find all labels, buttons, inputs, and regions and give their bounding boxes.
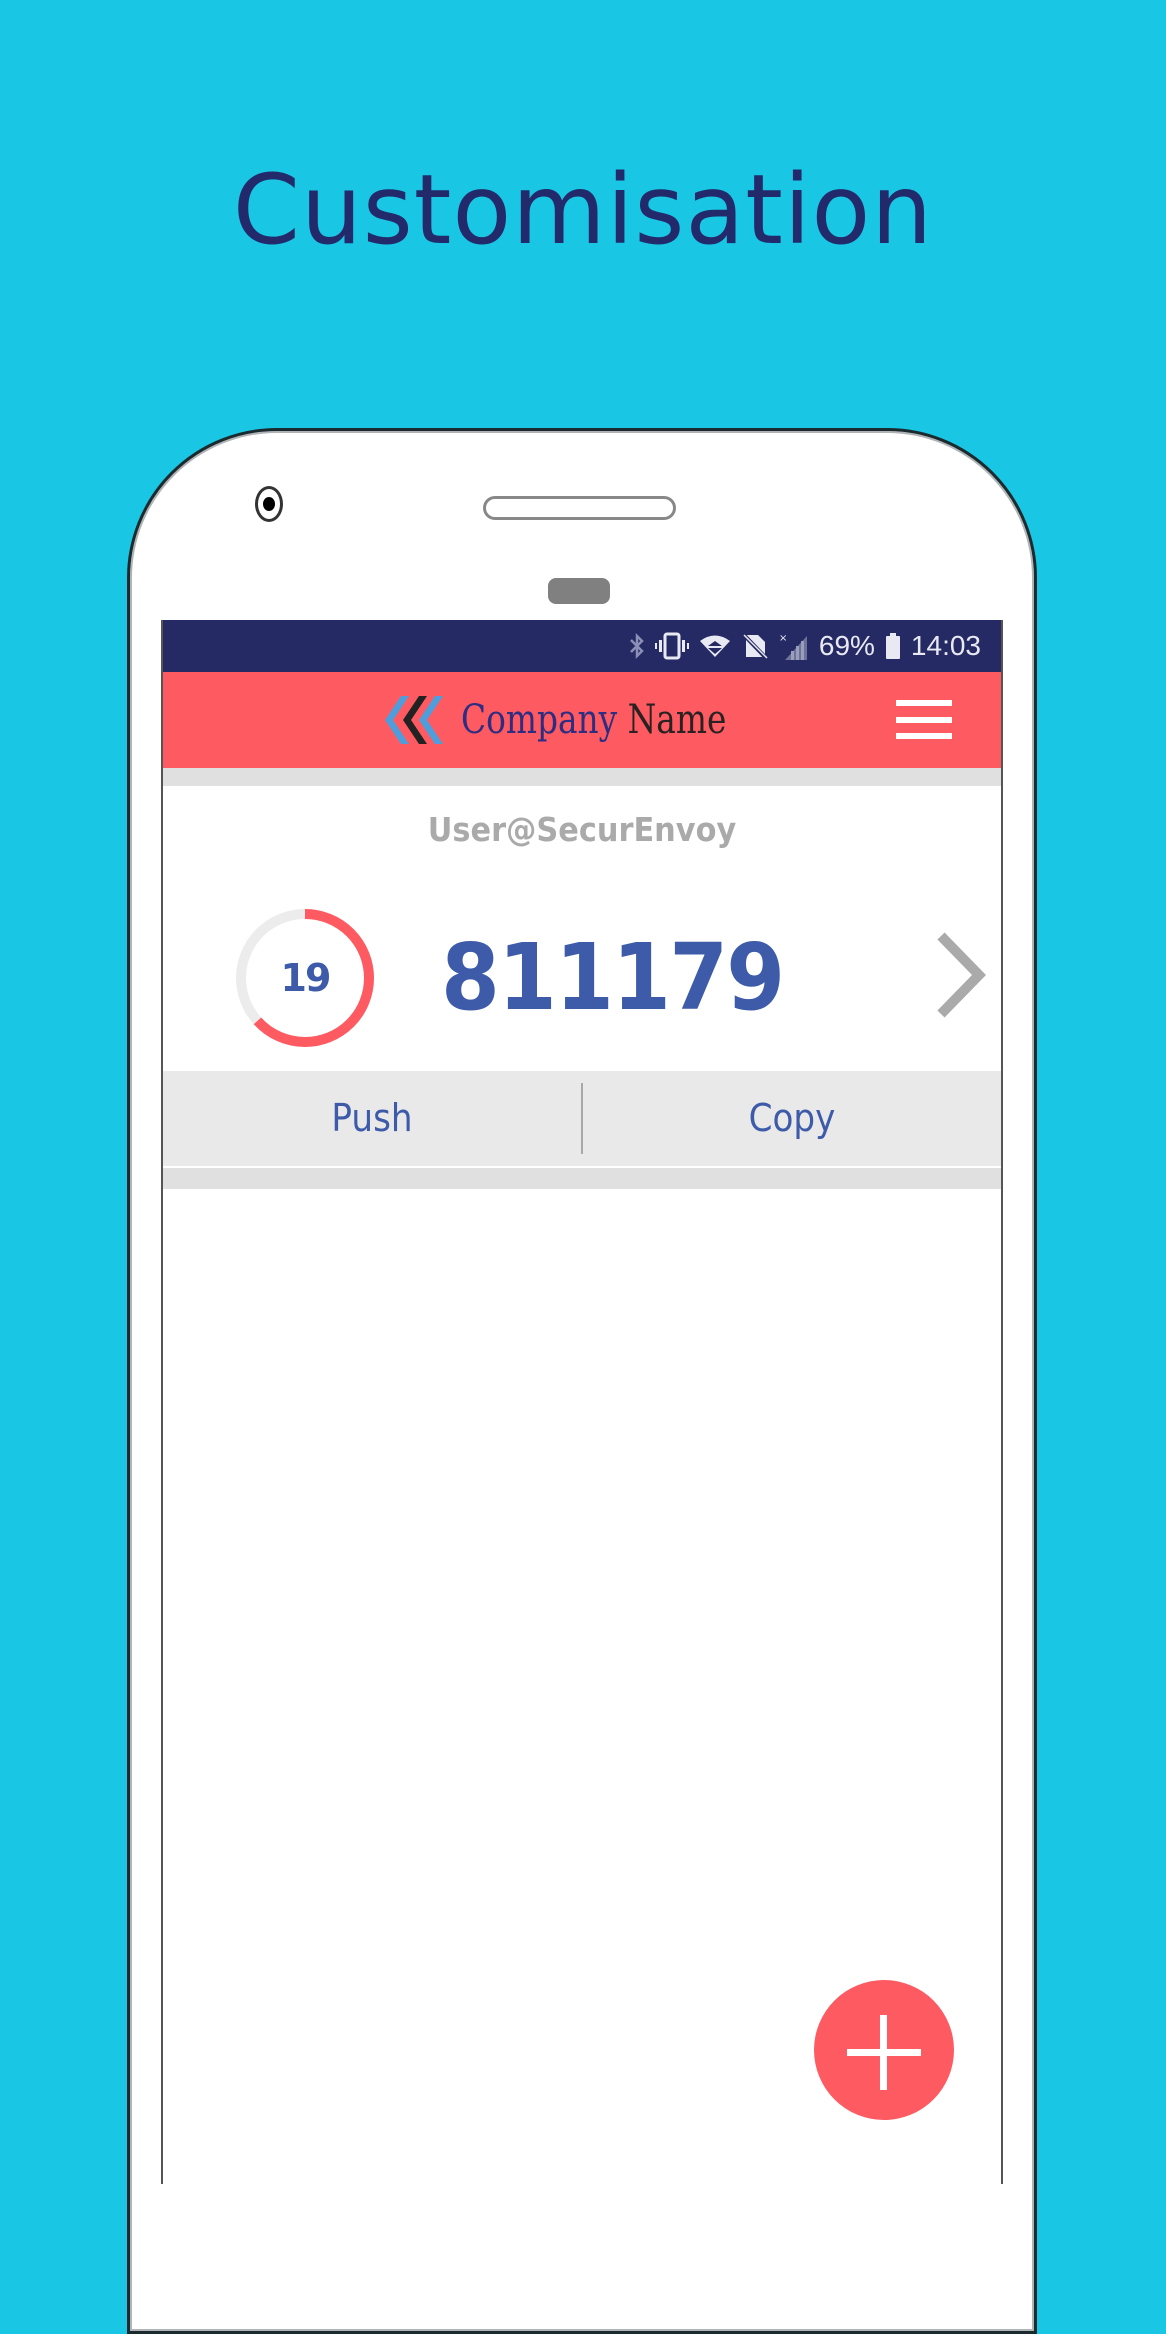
phone-screen: × 69% 14:03 Company Name User@SecurEnvoy (161, 620, 1003, 2184)
push-button[interactable]: Push (184, 1071, 560, 1166)
action-divider (581, 1083, 583, 1154)
no-sim-icon (741, 632, 769, 660)
status-bar: × 69% 14:03 (163, 620, 1001, 672)
add-token-button[interactable] (814, 1980, 954, 2120)
logo-name-text: Name (627, 697, 727, 743)
signal-icon: × (779, 631, 809, 661)
countdown-timer: 19 (234, 907, 376, 1049)
menu-button[interactable] (894, 696, 954, 746)
vibrate-icon (654, 632, 689, 660)
company-logo: Company Name (381, 688, 785, 752)
page-title: Customisation (232, 154, 934, 266)
front-camera (255, 486, 283, 522)
token-divider (163, 1168, 1001, 1189)
wifi-icon (699, 634, 731, 658)
logo-chevrons-icon (385, 696, 443, 744)
earpiece-speaker (483, 496, 676, 520)
timer-seconds: 19 (280, 956, 332, 1000)
token-actions: Push Copy (163, 1071, 1001, 1166)
plus-icon-bar (847, 2049, 921, 2056)
otp-code[interactable]: 811179 (441, 910, 785, 1046)
battery-icon (885, 632, 901, 660)
token-username: User@SecurEnvoy (427, 810, 737, 849)
svg-text:×: × (779, 633, 787, 644)
hamburger-icon-bar (896, 717, 952, 723)
hamburger-icon (896, 700, 952, 706)
clock: 14:03 (910, 630, 981, 661)
app-header: Company Name (163, 672, 1001, 768)
next-token-button[interactable] (931, 930, 991, 1020)
copy-button[interactable]: Copy (604, 1071, 980, 1166)
proximity-sensor (548, 578, 610, 604)
logo-company-text: Company (461, 697, 618, 743)
chevron-right-icon (937, 932, 986, 1018)
battery-percent: 69% (818, 630, 875, 661)
header-divider (163, 768, 1001, 786)
hamburger-icon-bar (896, 733, 952, 739)
bluetooth-icon (629, 632, 645, 660)
